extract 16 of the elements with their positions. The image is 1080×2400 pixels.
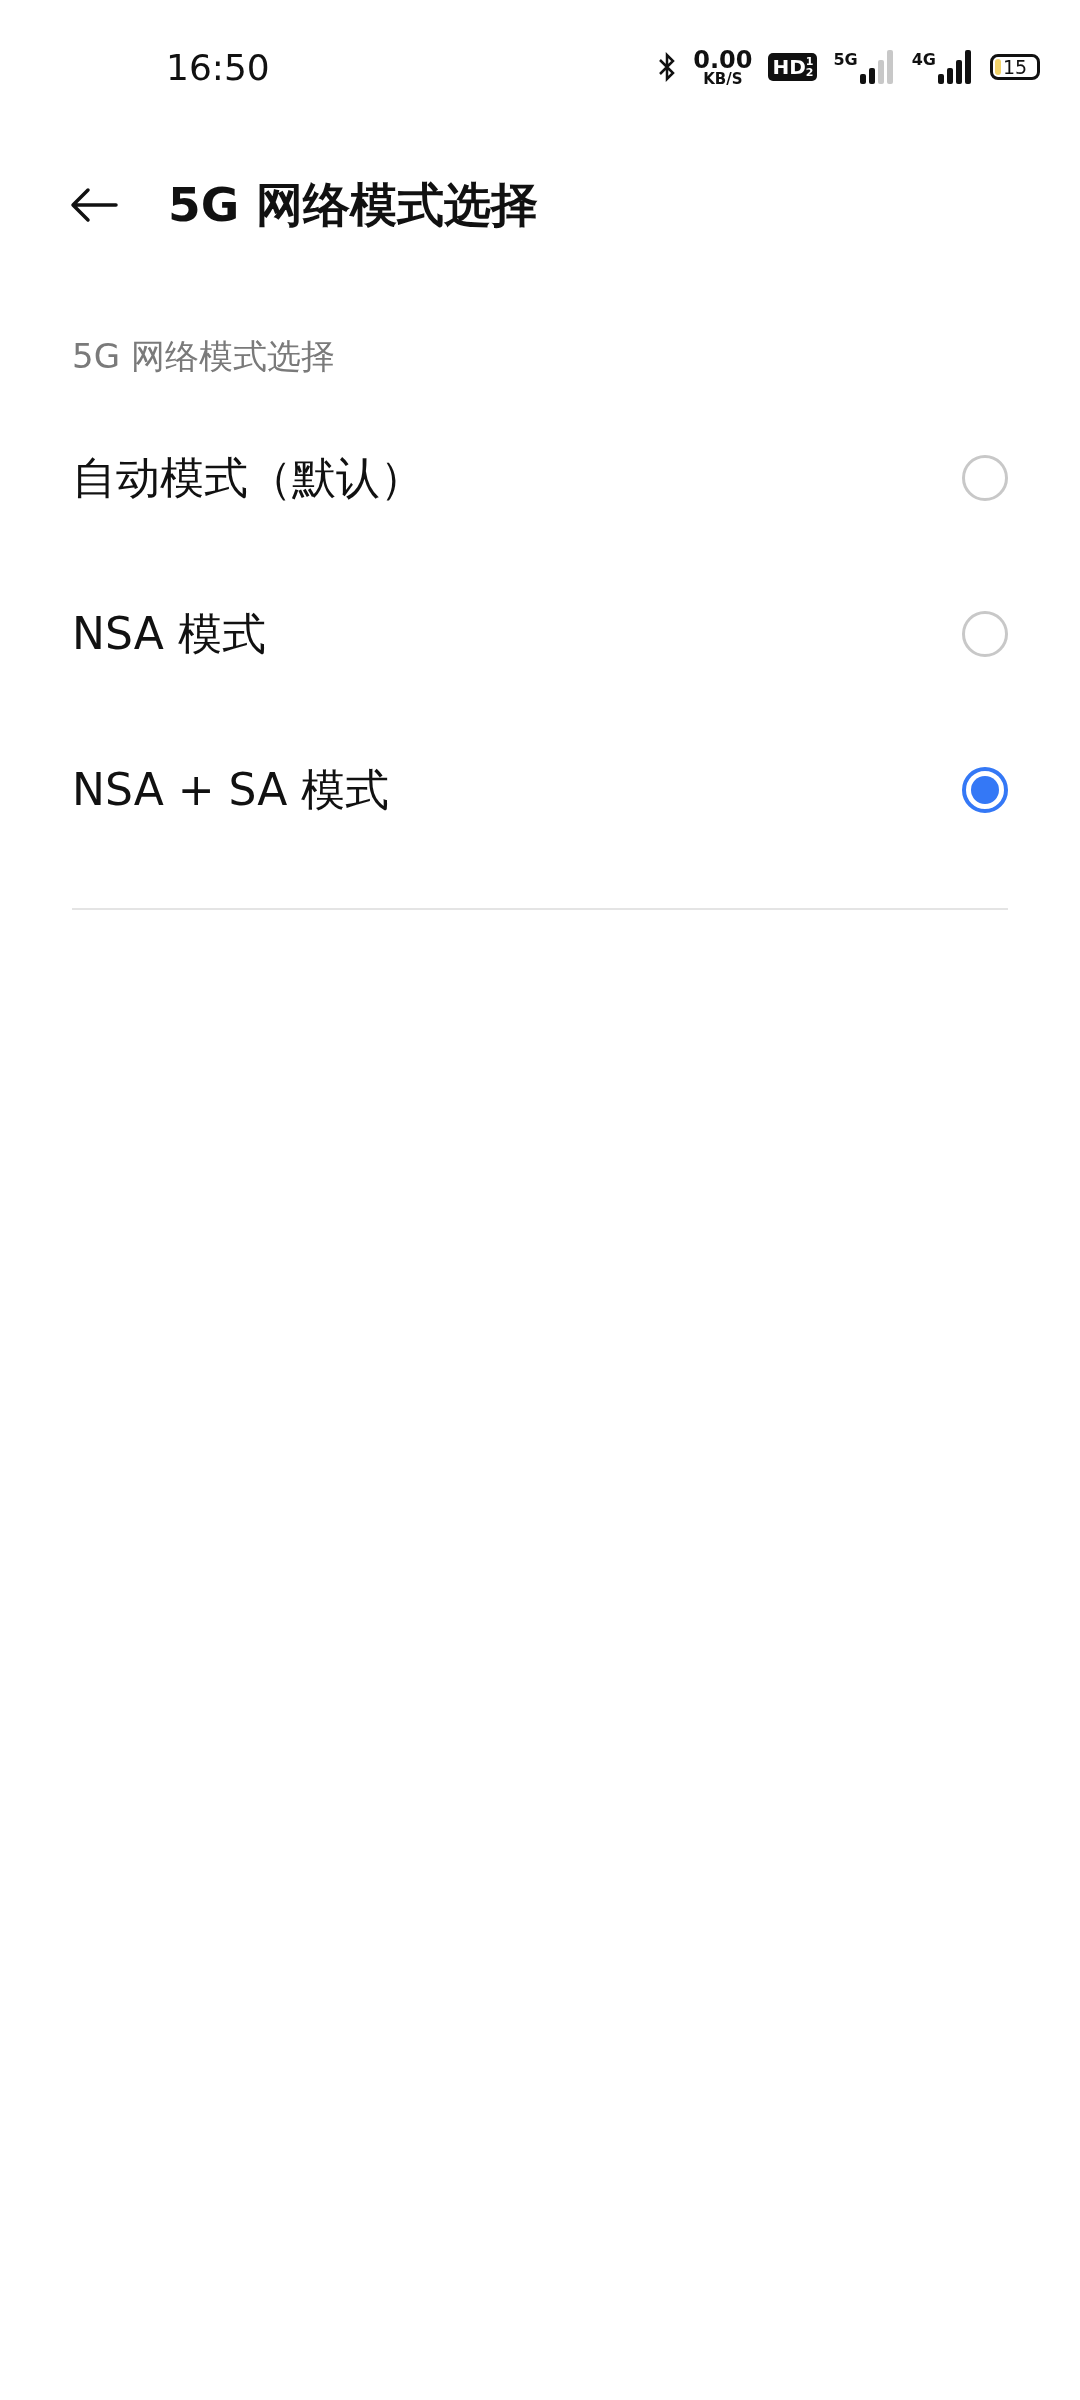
network-type: 5G bbox=[833, 50, 858, 69]
signal-icon bbox=[859, 50, 896, 84]
net-speed: 0.00 bbox=[693, 47, 753, 72]
option-label: NSA + SA 模式 bbox=[72, 762, 390, 817]
page-title: 5G 网络模式选择 bbox=[168, 175, 538, 234]
network-type: 4G bbox=[911, 50, 936, 69]
battery-icon: 15 bbox=[990, 54, 1040, 80]
option-label: 自动模式（默认） bbox=[72, 450, 424, 505]
radio-button[interactable] bbox=[962, 455, 1008, 501]
radio-button[interactable] bbox=[962, 611, 1008, 657]
section-label: 5G 网络模式选择 bbox=[71, 335, 336, 378]
status-time: 16:50 bbox=[166, 46, 271, 88]
option-label: NSA 模式 bbox=[72, 606, 266, 661]
signal-icon bbox=[938, 50, 974, 84]
net-speed-unit: KB/S bbox=[703, 71, 743, 87]
radio-button[interactable] bbox=[962, 767, 1008, 813]
